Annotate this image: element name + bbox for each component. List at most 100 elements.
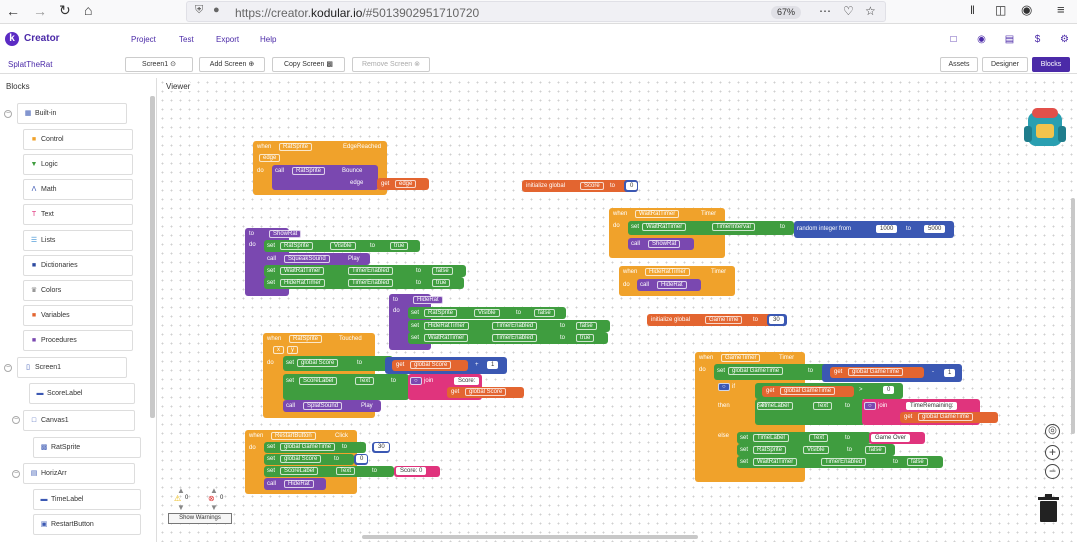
block-field[interactable]: 1 (944, 369, 956, 377)
remove-screen-button[interactable]: Remove Screen ⊗ (352, 57, 430, 72)
tree-item-colors[interactable]: ♛ Colors (23, 280, 133, 301)
block-field[interactable]: y (287, 346, 298, 354)
number-block[interactable]: 0 (624, 180, 638, 192)
get-global-score-block[interactable]: get global Score (447, 387, 524, 398)
block-field[interactable]: HideRat (657, 281, 687, 289)
tree-item-procedures[interactable]: ■ Procedures (23, 330, 133, 351)
block-field[interactable]: global Score (465, 388, 507, 396)
block-field[interactable]: ShowRat (648, 240, 681, 248)
call-hiderat-block[interactable]: call HideRat (264, 478, 326, 490)
home-icon[interactable]: ⌂ (84, 3, 92, 17)
block-field[interactable]: TimerInterval (712, 223, 755, 231)
block-field[interactable]: Visible (330, 242, 356, 250)
block-field[interactable]: GameTime (705, 316, 743, 324)
block-field[interactable]: RatSprite (753, 446, 787, 454)
block-field[interactable]: TimeLabel (757, 402, 793, 410)
tree-item-dictionaries[interactable]: ■ Dictionaries (23, 255, 133, 276)
tree-item-builtin[interactable]: ▦ Built-in (17, 103, 127, 124)
menu-help[interactable]: Help (260, 35, 276, 44)
tree-item-logic[interactable]: ▼ Logic (23, 154, 133, 175)
number-block[interactable]: 0 (354, 454, 368, 465)
block-field[interactable]: ○ (718, 383, 730, 391)
block-field[interactable]: ScoreLabel (280, 467, 319, 475)
call-showrat-block[interactable]: call ShowRat (628, 238, 694, 250)
menu-project[interactable]: Project (131, 35, 156, 44)
error-down-arrow-icon[interactable]: ▼ (210, 503, 218, 512)
blocks-panel-scrollbar[interactable] (150, 96, 155, 418)
set-global-score-block[interactable]: set global Score to (283, 356, 393, 371)
document-icon[interactable]: ▤ (1004, 34, 1015, 45)
collapse-screen-icon[interactable]: − (4, 364, 12, 372)
block-field[interactable]: SplatSound (303, 402, 343, 410)
text-block[interactable]: Score: 0 (394, 466, 440, 477)
block-field[interactable]: RatSprite (292, 167, 326, 175)
block-field[interactable]: TimerEnabled (348, 279, 394, 287)
zoom-in-icon[interactable]: + (1045, 445, 1060, 460)
block-field[interactable]: true (576, 334, 595, 342)
block-field[interactable]: Visible (803, 446, 829, 454)
block-field[interactable]: SqueakSound (284, 255, 330, 263)
get-global-score-block[interactable]: get global Score (392, 360, 468, 371)
stmt-block[interactable]: set WaitRatTimer TimerEnabled to true (408, 332, 608, 344)
block-field[interactable]: WaitRatTimer (753, 458, 798, 466)
block-field[interactable]: TimerEnabled (348, 267, 394, 275)
stmt-block[interactable]: set RatSprite Visible to true (264, 240, 420, 252)
block-field[interactable]: TimeRemaining: (906, 402, 958, 410)
dollar-icon[interactable]: $ (1032, 34, 1043, 45)
block-field[interactable]: Score: (454, 377, 480, 385)
call-squeaksound-block[interactable]: call SqueakSound Play (264, 253, 370, 265)
block-field[interactable]: WaitRatTimer (642, 223, 687, 231)
block-field[interactable]: 1000 (876, 225, 898, 233)
call-bounce-block[interactable]: call RatSprite Bounce edge (272, 165, 378, 190)
block-field[interactable]: ShowRat (269, 230, 302, 238)
number-block[interactable]: 30 (372, 442, 390, 453)
account-icon[interactable]: ◉ (1021, 3, 1032, 16)
set-scorelabel-text-block[interactable]: set ScoreLabel Text to (283, 374, 409, 400)
tree-item-math[interactable]: Λ Math (23, 179, 133, 200)
block-field[interactable]: true (432, 279, 451, 287)
block-field[interactable]: global Score (297, 359, 339, 367)
tree-item-variables[interactable]: ■ Variables (23, 305, 133, 326)
tree-item-text[interactable]: T Text (23, 204, 133, 225)
block-field[interactable]: 5000 (924, 225, 946, 233)
block-field[interactable]: TimerEnabled (492, 322, 538, 330)
block-field[interactable]: HideRatTimer (645, 268, 690, 276)
block-field[interactable]: false (432, 267, 453, 275)
vertical-scrollbar[interactable] (1071, 198, 1075, 434)
block-field[interactable]: WaitRatTimer (280, 267, 325, 275)
block-field[interactable]: RestartButton (271, 432, 316, 440)
block-field[interactable]: WaitRatTimer (635, 210, 680, 218)
number-block[interactable]: 30 (767, 314, 787, 326)
block-field[interactable]: global Score (280, 455, 322, 463)
block-field[interactable]: false (907, 458, 928, 466)
tab-assets[interactable]: Assets (940, 57, 978, 72)
block-field[interactable]: false (534, 309, 555, 317)
set-global-gametime-block[interactable]: set global GameTime to (714, 364, 828, 380)
back-icon[interactable]: ← (6, 4, 20, 18)
tree-item-control[interactable]: ■ Control (23, 129, 133, 150)
block-field[interactable]: edge (395, 180, 417, 188)
stmt-block[interactable]: set RatSprite Visible to false (737, 444, 895, 456)
block-field[interactable]: 1 (487, 361, 499, 369)
init-global-gametime-block[interactable]: initialize global GameTime to (647, 314, 773, 326)
stmt-block[interactable]: set WaitRatTimer TimerEnabled to false (264, 265, 466, 277)
block-field[interactable]: RatSprite (280, 242, 314, 250)
recenter-icon[interactable]: ◎ (1045, 424, 1060, 439)
tree-item-ratsprite[interactable]: ▩ RatSprite (33, 437, 141, 458)
get-global-gametime-block[interactable]: get global GameTime (830, 367, 924, 378)
block-field[interactable]: global GameTime (780, 387, 836, 395)
stmt-block[interactable]: set HideRatTimer TimerEnabled to true (264, 277, 464, 289)
tree-item-screen1[interactable]: ▯ Screen1 (17, 357, 127, 378)
url-bar[interactable]: ⛨ ● https://creator.kodular.io/#50139029… (186, 1, 886, 22)
menu-export[interactable]: Export (216, 35, 239, 44)
block-field[interactable]: ○ (410, 377, 422, 385)
stmt-block[interactable]: set global GameTime to (264, 442, 366, 453)
stmt-block[interactable]: set WaitRatTimer TimerEnabled to false (737, 456, 943, 468)
block-field[interactable]: GameTimer (721, 354, 761, 362)
screen-selector[interactable]: Screen1 ⊙ (125, 57, 193, 72)
block-field[interactable]: global GameTime (848, 368, 904, 376)
block-field[interactable]: RatSprite (424, 309, 458, 317)
block-field[interactable]: Text (813, 402, 833, 410)
block-field[interactable]: global GameTime (728, 367, 784, 375)
block-field[interactable]: true (390, 242, 409, 250)
